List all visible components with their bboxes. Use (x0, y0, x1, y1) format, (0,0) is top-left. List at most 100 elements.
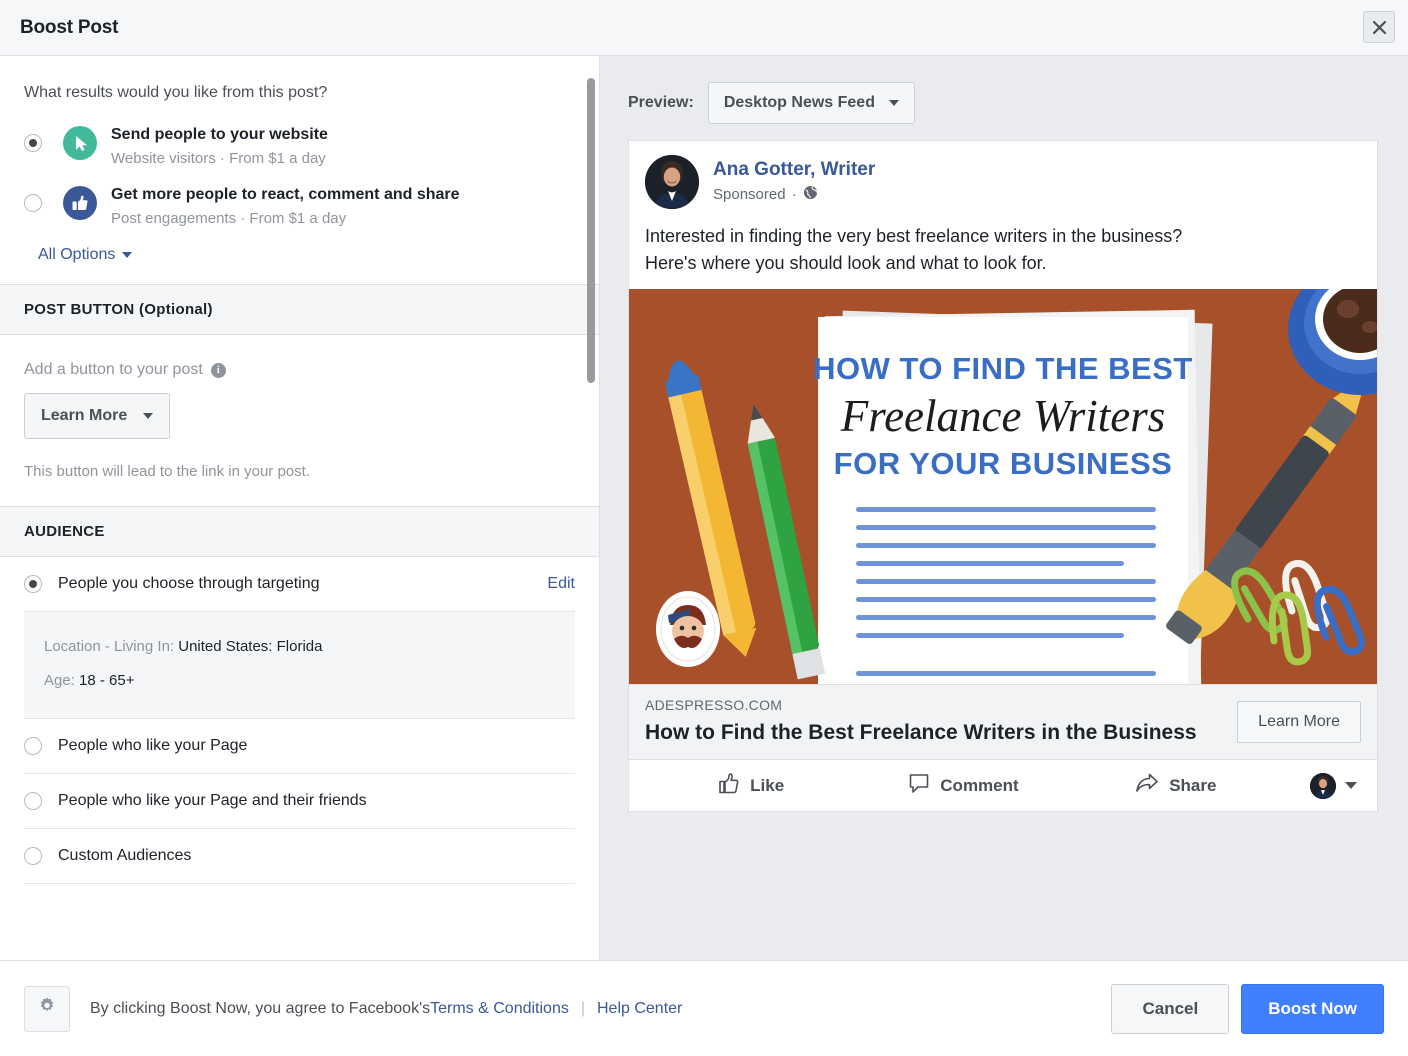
chevron-down-icon (122, 252, 133, 258)
audience-radio-custom[interactable] (24, 847, 42, 865)
link-card-text: ADESPRESSO.COM How to Find the Best Free… (645, 697, 1237, 747)
preview-placement-select[interactable]: Desktop News Feed (707, 82, 915, 124)
info-icon[interactable]: i (210, 362, 226, 378)
dialog-footer: By clicking Boost Now, you agree to Face… (0, 960, 1408, 1056)
share-button[interactable]: Share (1070, 772, 1282, 799)
targeting-location-value: United States: Florida (178, 638, 323, 655)
help-center-link[interactable]: Help Center (597, 1000, 682, 1018)
chevron-down-icon (888, 100, 899, 106)
audience-option-custom[interactable]: Custom Audiences (24, 829, 575, 884)
close-icon (1372, 20, 1387, 35)
settings-scroll-area[interactable]: What results would you like from this po… (0, 56, 599, 960)
settings-gear-button[interactable] (24, 985, 70, 1032)
cancel-button[interactable]: Cancel (1111, 983, 1230, 1034)
targeting-location-key: Location - Living In: (44, 638, 175, 655)
like-label: Like (750, 775, 785, 795)
preview-panel: Preview: Desktop News Feed Ana Gotter, W… (600, 56, 1408, 960)
audience-radio-page-likes[interactable] (24, 737, 42, 755)
all-options-label: All Options (38, 246, 116, 263)
audience-option-page-likes-friends[interactable]: People who like your Page and their frie… (24, 774, 575, 829)
comment-label: Comment (940, 775, 1019, 795)
post-button-select[interactable]: Learn More (24, 393, 171, 439)
link-domain: ADESPRESSO.COM (645, 697, 783, 713)
post-button-helper-text: This button will lead to the link in you… (24, 463, 310, 480)
legal-separator: | (580, 999, 585, 1017)
legal-prefix: By clicking Boost Now, you agree to Face… (90, 999, 431, 1017)
dialog-body: What results would you like from this po… (0, 56, 1408, 960)
post-button-selected-value: Learn More (41, 407, 128, 424)
thumbs-up-outline-icon (718, 772, 740, 799)
section-header-audience: AUDIENCE (0, 506, 599, 557)
thumbs-up-icon (63, 186, 97, 220)
goal-text-engagement: Get more people to react, comment and sh… (111, 182, 460, 230)
share-label: Share (1169, 775, 1217, 795)
targeting-summary: Location - Living In: United States: Flo… (24, 612, 575, 719)
goal-title-website: Send people to your website (111, 126, 328, 143)
dialog-titlebar: Boost Post (0, 0, 1408, 56)
edit-targeting-link[interactable]: Edit (547, 575, 575, 593)
boost-post-dialog: Boost Post What results would you like f… (0, 0, 1408, 1056)
audience-label-page-likes-friends: People who like your Page and their frie… (58, 792, 367, 809)
preview-label: Preview: (628, 94, 694, 111)
actor-selector[interactable] (1282, 772, 1361, 799)
audience-label-custom: Custom Audiences (58, 847, 192, 864)
goal-option-engagement[interactable]: Get more people to react, comment and sh… (0, 176, 599, 236)
comment-button[interactable]: Comment (857, 772, 1069, 799)
audience-label-page-likes: People who like your Page (58, 737, 248, 754)
section-header-post-button: POST BUTTON (Optional) (0, 284, 599, 335)
close-button[interactable] (1363, 11, 1395, 43)
post-message-line-2: Here's where you should look and what to… (645, 253, 1047, 273)
post-header-text: Ana Gotter, Writer Sponsored · (713, 155, 875, 204)
globe-icon (803, 185, 818, 204)
preview-toolbar: Preview: Desktop News Feed (628, 82, 1380, 124)
targeting-age-key: Age: (44, 672, 75, 689)
page-title: Boost Post (20, 16, 119, 38)
creative-headline-script: Freelance Writers (840, 391, 1166, 441)
settings-panel: What results would you like from this po… (0, 56, 600, 960)
link-preview-card[interactable]: ADESPRESSO.COM How to Find the Best Free… (629, 684, 1377, 760)
creative-headline-bottom: FOR YOUR BUSINESS (834, 446, 1173, 481)
comment-bubble-icon (908, 772, 930, 799)
audience-label-targeting: People you choose through targeting (58, 575, 320, 592)
post-button-label-text: Add a button to your post (24, 361, 203, 378)
goal-question: What results would you like from this po… (24, 84, 328, 101)
post-header: Ana Gotter, Writer Sponsored · (629, 141, 1377, 209)
post-actions-bar: Like Comment Share (629, 760, 1377, 811)
goal-radio-engagement[interactable] (24, 194, 42, 212)
goal-radio-website[interactable] (24, 134, 42, 152)
targeting-location-line: Location - Living In: United States: Flo… (44, 630, 555, 664)
goal-title-engagement: Get more people to react, comment and sh… (111, 186, 460, 203)
goal-subtitle-website: Website visitors · From $1 a day (111, 150, 326, 167)
gear-icon (37, 996, 57, 1021)
avatar[interactable] (645, 155, 699, 209)
targeting-age-value: 18 - 65+ (79, 672, 135, 689)
page-name-link[interactable]: Ana Gotter, Writer (713, 158, 875, 182)
post-message: Interested in finding the very best free… (629, 209, 1377, 289)
legal-text: By clicking Boost Now, you agree to Face… (90, 1000, 1111, 1018)
avatar (1309, 772, 1336, 799)
goal-option-website[interactable]: Send people to your website Website visi… (0, 116, 599, 176)
cursor-arrow-icon (63, 126, 97, 160)
link-title: How to Find the Best Freelance Writers i… (645, 721, 1197, 744)
boost-now-button[interactable]: Boost Now (1241, 983, 1384, 1034)
share-arrow-icon (1135, 772, 1159, 799)
ad-creative-image[interactable]: HOW TO FIND THE BEST Freelance Writers F… (629, 289, 1377, 684)
goal-subtitle-engagement: Post engagements · From $1 a day (111, 210, 347, 227)
sponsored-label: Sponsored (713, 186, 786, 203)
separator-dot: · (791, 186, 797, 203)
all-options-link[interactable]: All Options (0, 236, 156, 284)
creative-headline-top: HOW TO FIND THE BEST (813, 351, 1193, 386)
audience-radio-targeting[interactable] (24, 575, 42, 593)
goal-text-website: Send people to your website Website visi… (111, 122, 328, 170)
audience-option-page-likes[interactable]: People who like your Page (24, 719, 575, 774)
terms-and-conditions-link[interactable]: Terms & Conditions (430, 1000, 569, 1018)
like-button[interactable]: Like (645, 772, 857, 799)
sponsored-row: Sponsored · (713, 185, 875, 204)
post-button-field-label: Add a button to your post i (0, 335, 599, 379)
audience-radio-page-likes-friends[interactable] (24, 792, 42, 810)
chevron-down-icon (143, 413, 154, 419)
targeting-age-line: Age: 18 - 65+ (44, 664, 555, 698)
audience-option-targeting[interactable]: People you choose through targeting Edit (24, 557, 575, 612)
post-preview-card: Ana Gotter, Writer Sponsored · Intereste… (628, 140, 1378, 812)
cta-learn-more-button[interactable]: Learn More (1237, 701, 1361, 743)
